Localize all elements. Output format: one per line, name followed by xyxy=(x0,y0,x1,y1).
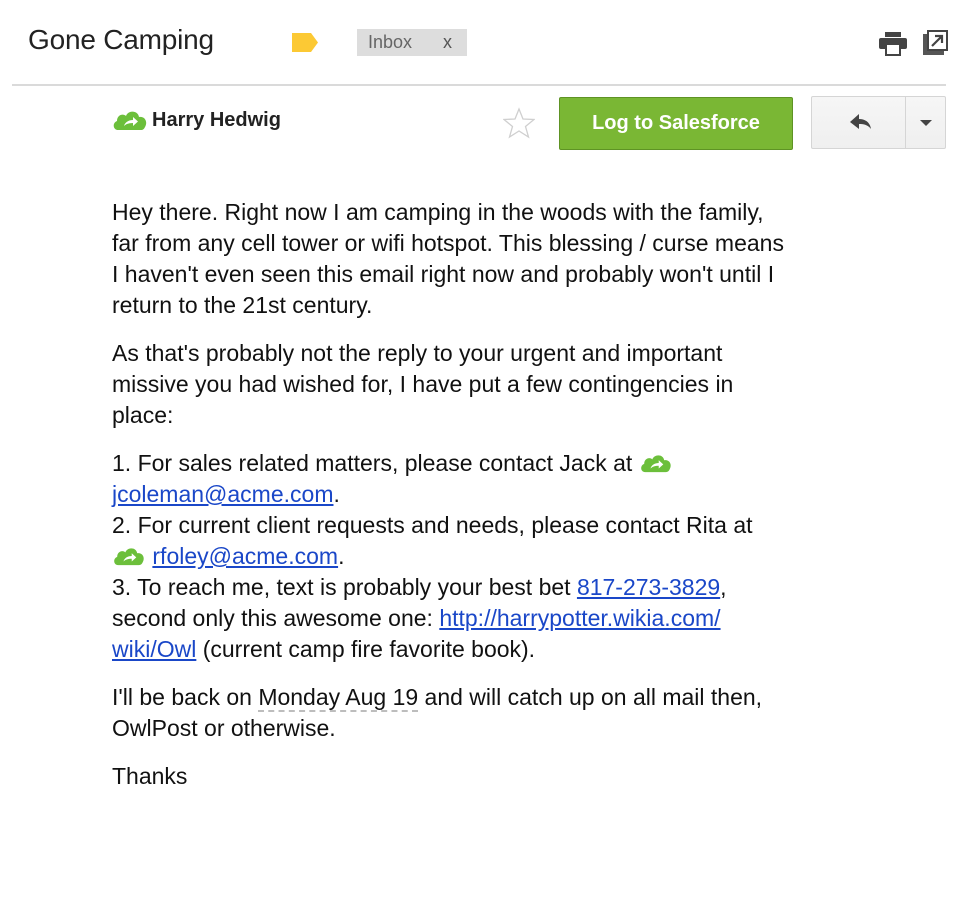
reply-button[interactable] xyxy=(812,97,905,148)
sender-name[interactable]: Harry Hedwig xyxy=(152,109,281,132)
signoff: Thanks xyxy=(112,763,188,789)
wiki-link[interactable]: http://harrypotter.wikia.com/ xyxy=(439,605,720,631)
wiki-link-continued[interactable]: wiki/Owl xyxy=(112,636,196,662)
body-paragraph-4: I'll be back on Monday Aug 19 and will c… xyxy=(112,684,763,741)
salesforce-cloud-icon xyxy=(113,111,147,130)
salesforce-cloud-icon[interactable] xyxy=(639,453,673,473)
header-divider xyxy=(12,84,946,86)
log-to-salesforce-button[interactable]: Log to Salesforce xyxy=(559,97,793,150)
star-icon[interactable] xyxy=(503,107,535,139)
contingency-item-2: 2. For current client requests and needs… xyxy=(112,512,753,538)
remove-label-button[interactable]: x xyxy=(443,29,452,56)
body-paragraph-2: As that's probably not the reply to your… xyxy=(112,340,734,428)
email-subject: Gone Camping xyxy=(28,24,214,55)
open-in-new-window-icon[interactable] xyxy=(923,30,948,55)
label-chip-text: Inbox xyxy=(368,32,413,52)
phone-link[interactable]: 817-273-3829 xyxy=(577,574,720,600)
contingency-list: 1. For sales related matters, please con… xyxy=(112,448,912,665)
reply-button-group xyxy=(811,96,946,149)
email-link-rfoley[interactable]: rfoley@acme.com xyxy=(152,543,338,569)
contingency-item-1: 1. For sales related matters, please con… xyxy=(112,448,912,479)
importance-marker-icon[interactable] xyxy=(291,32,319,53)
email-body: Hey there. Right now I am camping in the… xyxy=(112,197,912,809)
email-view: Gone Camping Inbox x Harry Hedwig Log to… xyxy=(0,0,975,915)
body-paragraph-1: Hey there. Right now I am camping in the… xyxy=(112,199,784,318)
contingency-item-3: 3. To reach me, text is probably your be… xyxy=(112,574,727,600)
label-chip-inbox: Inbox x xyxy=(357,29,467,56)
date-suggestion[interactable]: Monday Aug 19 xyxy=(258,684,419,712)
dropdown-arrow-icon xyxy=(920,120,932,126)
salesforce-cloud-icon[interactable] xyxy=(112,546,146,566)
reply-icon xyxy=(850,114,871,129)
email-link-jcoleman[interactable]: jcoleman@acme.com xyxy=(112,481,333,507)
more-actions-button[interactable] xyxy=(906,97,946,148)
print-icon[interactable] xyxy=(878,32,908,56)
